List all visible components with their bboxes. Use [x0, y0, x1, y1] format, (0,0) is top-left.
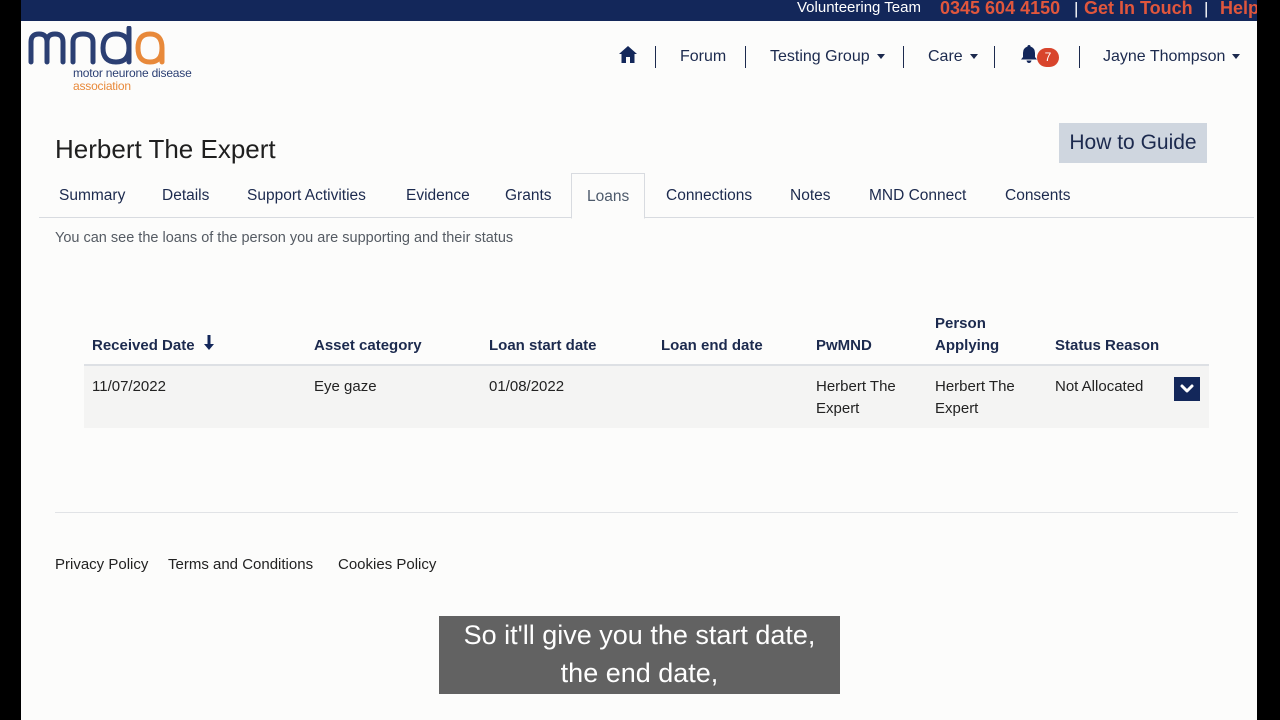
cell-line: Expert: [935, 400, 979, 417]
nav-divider: [994, 46, 995, 68]
nav-divider: [655, 46, 656, 68]
caret-down-icon: [1232, 54, 1241, 60]
column-header-line: Person: [935, 315, 986, 332]
phone-number[interactable]: 0345 604 4150: [940, 0, 1060, 19]
cell-line: Herbert The: [935, 378, 1015, 395]
cell-line: Expert: [816, 400, 860, 417]
column-header-received-date[interactable]: Received Date: [92, 335, 215, 357]
privacy-policy-link[interactable]: Privacy Policy: [55, 556, 148, 573]
nav-care-label: Care: [928, 48, 963, 65]
logo-line-1: motor neurone disease: [73, 66, 192, 80]
cell-received-date: 11/07/2022: [92, 378, 166, 395]
tab-mnd-connect[interactable]: MND Connect: [869, 173, 966, 217]
column-header-label: Received Date: [92, 337, 195, 354]
cookies-policy-link[interactable]: Cookies Policy: [338, 556, 436, 573]
user-name: Jayne Thompson: [1103, 48, 1226, 65]
tab-details[interactable]: Details: [162, 173, 209, 217]
cell-person-applying: Herbert The Expert: [935, 376, 1015, 420]
cell-loan-start-date: 01/08/2022: [489, 378, 565, 395]
tab-evidence[interactable]: Evidence: [406, 173, 470, 217]
page-title: Herbert The Expert: [55, 134, 276, 164]
notification-badge: 7: [1037, 48, 1059, 67]
divider: |: [1074, 0, 1079, 18]
mnda-wordmark: [28, 25, 165, 65]
column-header-person-applying[interactable]: Person Applying: [935, 313, 999, 357]
caption-line: the end date,: [560, 658, 719, 688]
column-header-asset-category[interactable]: Asset category: [314, 335, 422, 357]
column-header-loan-end-date[interactable]: Loan end date: [661, 335, 763, 357]
app-frame: Volunteering Team 0345 604 4150 | Get In…: [21, 0, 1257, 720]
mnda-logo[interactable]: motor neurone disease association: [27, 25, 217, 96]
home-icon[interactable]: [619, 46, 637, 72]
nav-divider: [1079, 46, 1080, 68]
caret-down-icon: [969, 54, 978, 60]
volunteering-team-link[interactable]: Volunteering Team: [797, 0, 921, 16]
tab-support-activities[interactable]: Support Activities: [247, 173, 366, 217]
tab-consents[interactable]: Consents: [1005, 173, 1070, 217]
user-menu[interactable]: Jayne Thompson: [1103, 44, 1241, 70]
footer-divider: [55, 512, 1238, 513]
nav-forum[interactable]: Forum: [680, 44, 726, 70]
tab-summary[interactable]: Summary: [59, 173, 125, 217]
nav-divider: [745, 46, 746, 68]
bell-icon[interactable]: [1021, 45, 1037, 71]
caption-line: So it'll give you the start date,: [463, 620, 816, 650]
tab-notes[interactable]: Notes: [790, 173, 831, 217]
video-caption: So it'll give you the start date, the en…: [439, 616, 840, 694]
column-header-line: Applying: [935, 337, 1000, 354]
cell-asset-category: Eye gaze: [314, 378, 377, 395]
nav-care[interactable]: Care: [928, 44, 978, 70]
column-header-pwmnd[interactable]: PwMND: [816, 335, 872, 357]
table-row: [84, 366, 1209, 428]
cell-line: Herbert The: [816, 378, 896, 395]
column-header-loan-start-date[interactable]: Loan start date: [489, 335, 597, 357]
utility-bar: Volunteering Team 0345 604 4150 | Get In…: [21, 0, 1257, 21]
cell-status-reason: Not Allocated: [1055, 378, 1144, 395]
column-header-status-reason[interactable]: Status Reason: [1055, 335, 1159, 357]
logo-line-2: association: [73, 79, 131, 93]
tab-loans[interactable]: Loans: [571, 173, 646, 219]
help-link[interactable]: Help: [1220, 0, 1257, 19]
nav-divider: [903, 46, 904, 68]
tab-grants[interactable]: Grants: [505, 173, 552, 217]
tab-bar: Summary Details Support Activities Evide…: [39, 173, 1254, 219]
tab-connections[interactable]: Connections: [666, 173, 752, 217]
sort-descending-icon: [203, 335, 214, 350]
nav-testing-group-label: Testing Group: [770, 48, 870, 65]
caret-down-icon: [876, 54, 885, 60]
expand-row-button[interactable]: [1174, 377, 1200, 401]
how-to-guide-button[interactable]: How to Guide: [1059, 123, 1207, 163]
terms-and-conditions-link[interactable]: Terms and Conditions: [168, 556, 313, 573]
divider: |: [1204, 0, 1209, 18]
nav-testing-group[interactable]: Testing Group: [770, 44, 885, 70]
cell-pwmnd: Herbert The Expert: [816, 376, 896, 420]
chevron-down-icon: [1180, 384, 1194, 393]
get-in-touch-link[interactable]: Get In Touch: [1084, 0, 1193, 19]
intro-text: You can see the loans of the person you …: [55, 230, 514, 246]
